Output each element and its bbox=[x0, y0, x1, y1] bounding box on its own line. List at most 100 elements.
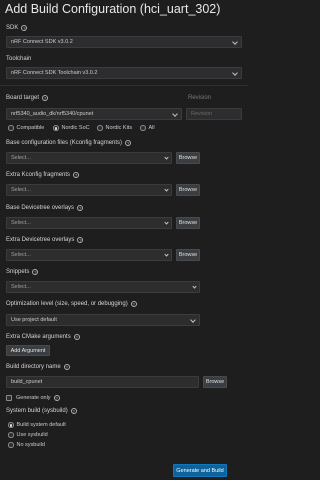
chevron-down-icon bbox=[164, 155, 169, 160]
chevron-down-icon bbox=[232, 69, 238, 76]
base-kconfig-select[interactable]: Select... bbox=[6, 152, 172, 164]
help-icon[interactable]: ? bbox=[42, 95, 49, 101]
section-divider bbox=[0, 85, 248, 86]
sysbuild-label: System build (sysbuild) ? bbox=[6, 408, 77, 414]
base-dt-label: Base Devicetree overlays ? bbox=[6, 205, 84, 211]
sysbuild-option-label: Use sysbuild bbox=[16, 432, 48, 438]
filter-label: Nordic Kits bbox=[105, 125, 133, 131]
sysbuild-option-none[interactable]: No sysbuild bbox=[8, 442, 45, 448]
board-filter-all[interactable]: All bbox=[140, 125, 155, 131]
help-icon[interactable]: ? bbox=[130, 301, 137, 307]
cmake-label-text: Extra CMake arguments bbox=[6, 334, 71, 340]
help-icon[interactable]: ? bbox=[70, 408, 77, 414]
board-target-select[interactable]: nrf5340_audio_dk/nrf5340/cpunet bbox=[6, 108, 182, 120]
sdk-select[interactable]: nRF Connect SDK v3.0.2 bbox=[6, 36, 242, 48]
extra-kconfig-browse-button[interactable]: Browse bbox=[176, 184, 200, 196]
extra-kconfig-label: Extra Kconfig fragments ? bbox=[6, 172, 80, 178]
sdk-select-value: nRF Connect SDK v3.0.2 bbox=[11, 39, 73, 45]
select-placeholder: Select... bbox=[11, 284, 31, 290]
toolchain-select-value: nRF Connect SDK Toolchain v3.0.2 bbox=[11, 70, 98, 76]
select-placeholder: Select... bbox=[11, 187, 31, 193]
sdk-label: SDK ? bbox=[6, 25, 28, 31]
generate-and-build-button[interactable]: Generate and Build bbox=[173, 464, 227, 477]
page-title: Add Build Configuration (hci_uart_302) bbox=[5, 2, 221, 16]
radio-selected-icon bbox=[53, 125, 59, 131]
snippets-select[interactable]: Select... bbox=[6, 281, 200, 293]
chevron-down-icon bbox=[172, 110, 178, 117]
help-icon[interactable]: ? bbox=[21, 25, 28, 31]
help-icon[interactable]: ? bbox=[73, 172, 80, 178]
base-kconfig-label-text: Base configuration files (Kconfig fragme… bbox=[6, 140, 123, 146]
filter-label: Compatible bbox=[16, 125, 45, 131]
chevron-down-icon bbox=[190, 316, 196, 323]
chevron-down-icon bbox=[164, 252, 169, 257]
build-dir-browse-button[interactable]: Browse bbox=[203, 376, 227, 388]
sysbuild-option-label: No sysbuild bbox=[16, 442, 45, 448]
help-icon[interactable]: ? bbox=[32, 269, 39, 275]
select-placeholder: Select... bbox=[11, 220, 31, 226]
revision-label: Revision bbox=[188, 95, 212, 101]
extra-kconfig-label-text: Extra Kconfig fragments bbox=[6, 172, 71, 178]
help-icon[interactable]: ? bbox=[77, 205, 84, 211]
help-icon[interactable]: ? bbox=[125, 140, 132, 146]
toolchain-label-text: Toolchain bbox=[6, 56, 32, 62]
select-placeholder: Select... bbox=[11, 252, 31, 258]
base-dt-select[interactable]: Select... bbox=[6, 217, 172, 229]
base-kconfig-browse-button[interactable]: Browse bbox=[176, 152, 200, 164]
radio-icon bbox=[97, 125, 103, 131]
board-target-value: nrf5340_audio_dk/nrf5340/cpunet bbox=[11, 111, 94, 117]
generate-only-checkbox[interactable]: Generate only ? bbox=[6, 395, 60, 401]
help-icon[interactable]: ? bbox=[73, 334, 80, 340]
sysbuild-option-default[interactable]: Build system default bbox=[8, 422, 66, 428]
revision-placeholder: Revision bbox=[191, 111, 213, 117]
cmake-label: Extra CMake arguments ? bbox=[6, 334, 80, 340]
radio-icon bbox=[8, 442, 14, 448]
optimization-value: Use project default bbox=[11, 317, 57, 323]
filter-label: All bbox=[148, 125, 155, 131]
build-dir-input[interactable]: build_cpunet bbox=[6, 376, 199, 388]
select-placeholder: Select... bbox=[11, 155, 31, 161]
extra-dt-label: Extra Devicetree overlays ? bbox=[6, 237, 84, 243]
base-dt-browse-button[interactable]: Browse bbox=[176, 217, 200, 229]
board-filter-nordic-kits[interactable]: Nordic Kits bbox=[97, 125, 132, 131]
sysbuild-option-use[interactable]: Use sysbuild bbox=[8, 432, 48, 438]
base-kconfig-label: Base configuration files (Kconfig fragme… bbox=[6, 140, 132, 146]
board-target-label: Board target ? bbox=[6, 95, 49, 101]
radio-icon bbox=[8, 125, 14, 131]
extra-dt-label-text: Extra Devicetree overlays bbox=[6, 237, 75, 243]
build-dir-label: Build directory name ? bbox=[6, 364, 70, 370]
snippets-label: Snippets ? bbox=[6, 269, 39, 275]
filter-label: Nordic SoC bbox=[61, 125, 90, 131]
toolchain-select[interactable]: nRF Connect SDK Toolchain v3.0.2 bbox=[6, 67, 242, 79]
extra-dt-browse-button[interactable]: Browse bbox=[176, 249, 200, 261]
generate-only-label: Generate only bbox=[16, 395, 51, 401]
add-argument-button[interactable]: Add Argument bbox=[6, 345, 50, 356]
build-dir-value: build_cpunet bbox=[11, 379, 43, 385]
chevron-down-icon bbox=[192, 284, 197, 289]
board-target-label-text: Board target bbox=[6, 95, 40, 101]
chevron-down-icon bbox=[164, 220, 169, 225]
radio-selected-icon bbox=[8, 422, 14, 428]
toolchain-label: Toolchain bbox=[6, 56, 31, 62]
optimization-label: Optimization level (size, speed, or debu… bbox=[6, 301, 137, 307]
sysbuild-option-label: Build system default bbox=[16, 422, 66, 428]
revision-input[interactable]: Revision bbox=[186, 108, 242, 120]
optimization-select[interactable]: Use project default bbox=[6, 314, 200, 326]
base-dt-label-text: Base Devicetree overlays bbox=[6, 205, 75, 211]
optimization-label-text: Optimization level (size, speed, or debu… bbox=[6, 301, 128, 307]
board-filter-nordic-soc[interactable]: Nordic SoC bbox=[53, 125, 90, 131]
chevron-down-icon bbox=[232, 38, 238, 45]
help-icon[interactable]: ? bbox=[77, 237, 84, 243]
board-filter-compatible[interactable]: Compatible bbox=[8, 125, 44, 131]
sdk-label-text: SDK bbox=[6, 25, 19, 31]
snippets-label-text: Snippets bbox=[6, 269, 30, 275]
help-icon[interactable]: ? bbox=[63, 364, 70, 370]
extra-dt-select[interactable]: Select... bbox=[6, 249, 172, 261]
sysbuild-label-text: System build (sysbuild) bbox=[6, 408, 68, 414]
help-icon[interactable]: ? bbox=[53, 395, 60, 401]
build-dir-label-text: Build directory name bbox=[6, 364, 61, 370]
radio-icon bbox=[8, 432, 14, 438]
chevron-down-icon bbox=[164, 187, 169, 192]
radio-icon bbox=[140, 125, 146, 131]
extra-kconfig-select[interactable]: Select... bbox=[6, 184, 172, 196]
